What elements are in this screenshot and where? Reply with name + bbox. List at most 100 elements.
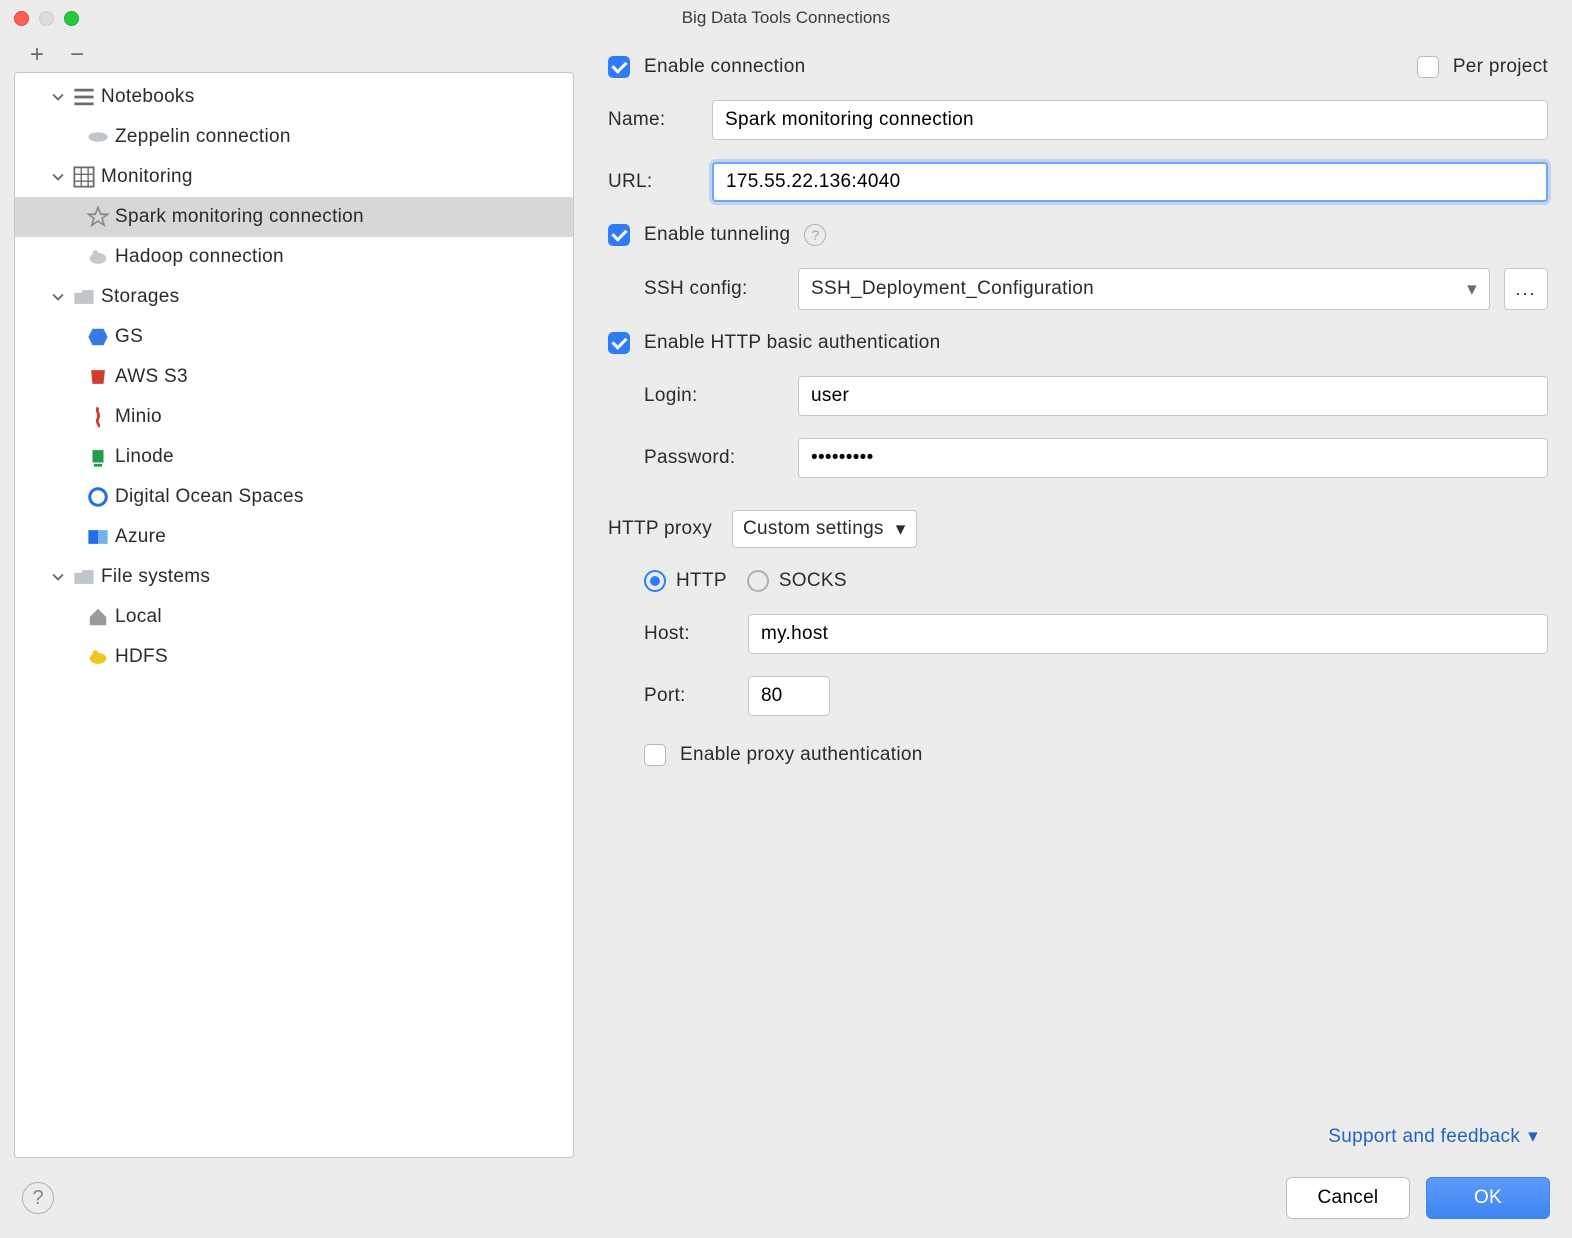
- support-feedback-link[interactable]: Support and feedback ▾: [1328, 1125, 1538, 1148]
- tree-item-zeppelin[interactable]: Zeppelin connection: [15, 117, 573, 157]
- ellipsis-icon: ...: [1515, 279, 1536, 300]
- plus-icon: +: [30, 41, 44, 69]
- tree-item-label: GS: [115, 326, 143, 348]
- zeppelin-icon: [87, 126, 109, 148]
- settings-form: Enable connection Per project Name: URL:…: [574, 36, 1558, 1158]
- http-proxy-select[interactable]: Custom settings ▾: [732, 510, 917, 548]
- chevron-down-icon: [49, 168, 67, 186]
- host-label: Host:: [644, 623, 734, 645]
- tree-item-linode[interactable]: Linode: [15, 437, 573, 477]
- ssh-config-browse-button[interactable]: ...: [1504, 268, 1548, 310]
- http-proxy-label: HTTP proxy: [608, 518, 712, 540]
- minio-icon: [87, 406, 109, 428]
- password-label: Password:: [644, 447, 784, 469]
- chevron-down-icon: [49, 288, 67, 306]
- star-icon: [87, 206, 109, 228]
- cancel-button[interactable]: Cancel: [1286, 1177, 1410, 1219]
- caret-down-icon: ▾: [1467, 278, 1477, 301]
- url-label: URL:: [608, 171, 698, 193]
- tree-item-digital-ocean[interactable]: Digital Ocean Spaces: [15, 477, 573, 517]
- proxy-http-label: HTTP: [676, 570, 727, 592]
- proxy-socks-radio[interactable]: [747, 570, 769, 592]
- host-input[interactable]: [748, 614, 1548, 654]
- question-icon: ?: [32, 1187, 43, 1210]
- per-project-checkbox[interactable]: [1417, 56, 1439, 78]
- content-area: + − Notebooks Zeppelin connection: [0, 36, 1572, 1158]
- linode-icon: [87, 446, 109, 468]
- tree-item-hadoop[interactable]: Hadoop connection: [15, 237, 573, 277]
- name-label: Name:: [608, 109, 698, 131]
- dialog-footer: ? Cancel OK: [0, 1158, 1572, 1238]
- tree-group-monitoring[interactable]: Monitoring: [15, 157, 573, 197]
- tree-item-label: Digital Ocean Spaces: [115, 486, 304, 508]
- zoom-window-button[interactable]: [64, 11, 79, 26]
- help-icon[interactable]: ?: [804, 224, 826, 246]
- tree-group-storages[interactable]: Storages: [15, 277, 573, 317]
- enable-connection-checkbox[interactable]: [608, 56, 630, 78]
- tree-group-notebooks[interactable]: Notebooks: [15, 77, 573, 117]
- login-input[interactable]: [798, 376, 1548, 416]
- dialog-window: Big Data Tools Connections + − Notebooks: [0, 0, 1572, 1238]
- ssh-config-select[interactable]: SSH_Deployment_Configuration ▾: [798, 268, 1490, 310]
- tree-group-label: Notebooks: [101, 86, 195, 108]
- ssh-config-label: SSH config:: [644, 278, 784, 300]
- sidebar-toolbar: + −: [14, 36, 574, 72]
- tree-group-label: File systems: [101, 566, 210, 588]
- add-button[interactable]: +: [26, 44, 48, 66]
- folder-cloud-icon: [73, 286, 95, 308]
- list-icon: [73, 86, 95, 108]
- home-icon: [87, 606, 109, 628]
- tree-item-azure[interactable]: Azure: [15, 517, 573, 557]
- minus-icon: −: [70, 41, 84, 69]
- help-button[interactable]: ?: [22, 1182, 54, 1214]
- tree-item-hdfs[interactable]: HDFS: [15, 637, 573, 677]
- name-input[interactable]: [712, 100, 1548, 140]
- caret-down-icon: ▾: [1528, 1125, 1538, 1148]
- port-label: Port:: [644, 685, 734, 707]
- ssh-config-value: SSH_Deployment_Configuration: [811, 278, 1094, 300]
- tree-item-label: AWS S3: [115, 366, 188, 388]
- azure-icon: [87, 526, 109, 548]
- ok-button[interactable]: OK: [1426, 1177, 1550, 1219]
- port-input[interactable]: [748, 676, 830, 716]
- tree-item-label: Local: [115, 606, 162, 628]
- chevron-down-icon: [49, 88, 67, 106]
- close-window-button[interactable]: [14, 11, 29, 26]
- tree-item-label: Linode: [115, 446, 174, 468]
- enable-tunneling-label: Enable tunneling: [644, 224, 790, 246]
- enable-proxy-auth-label: Enable proxy authentication: [680, 744, 923, 766]
- gs-icon: [87, 326, 109, 348]
- tree-item-label: Hadoop connection: [115, 246, 284, 268]
- enable-http-auth-label: Enable HTTP basic authentication: [644, 332, 941, 354]
- enable-proxy-auth-checkbox[interactable]: [644, 744, 666, 766]
- remove-button[interactable]: −: [66, 44, 88, 66]
- tree-item-label: HDFS: [115, 646, 168, 668]
- tree-item-aws-s3[interactable]: AWS S3: [15, 357, 573, 397]
- login-label: Login:: [644, 385, 784, 407]
- enable-tunneling-checkbox[interactable]: [608, 224, 630, 246]
- tree-item-label: Spark monitoring connection: [115, 206, 364, 228]
- tree-item-minio[interactable]: Minio: [15, 397, 573, 437]
- titlebar: Big Data Tools Connections: [0, 0, 1572, 36]
- http-proxy-value: Custom settings: [743, 518, 884, 540]
- do-icon: [87, 486, 109, 508]
- hdfs-icon: [87, 646, 109, 668]
- enable-http-auth-checkbox[interactable]: [608, 332, 630, 354]
- window-title: Big Data Tools Connections: [0, 8, 1572, 28]
- folder-icon: [73, 566, 95, 588]
- tree-item-local[interactable]: Local: [15, 597, 573, 637]
- proxy-http-radio[interactable]: [644, 570, 666, 592]
- per-project-label: Per project: [1453, 56, 1548, 78]
- chevron-down-icon: [49, 568, 67, 586]
- tree-item-spark-monitoring[interactable]: Spark monitoring connection: [15, 197, 573, 237]
- minimize-window-button[interactable]: [39, 11, 54, 26]
- password-input[interactable]: [798, 438, 1548, 478]
- tree-item-gs[interactable]: GS: [15, 317, 573, 357]
- sidebar: + − Notebooks Zeppelin connection: [14, 36, 574, 1158]
- connections-tree[interactable]: Notebooks Zeppelin connection Monitoring: [14, 72, 574, 1158]
- url-input[interactable]: [712, 162, 1548, 202]
- tree-group-label: Storages: [101, 286, 179, 308]
- tree-item-label: Minio: [115, 406, 162, 428]
- support-feedback-label: Support and feedback: [1328, 1126, 1520, 1148]
- tree-group-file-systems[interactable]: File systems: [15, 557, 573, 597]
